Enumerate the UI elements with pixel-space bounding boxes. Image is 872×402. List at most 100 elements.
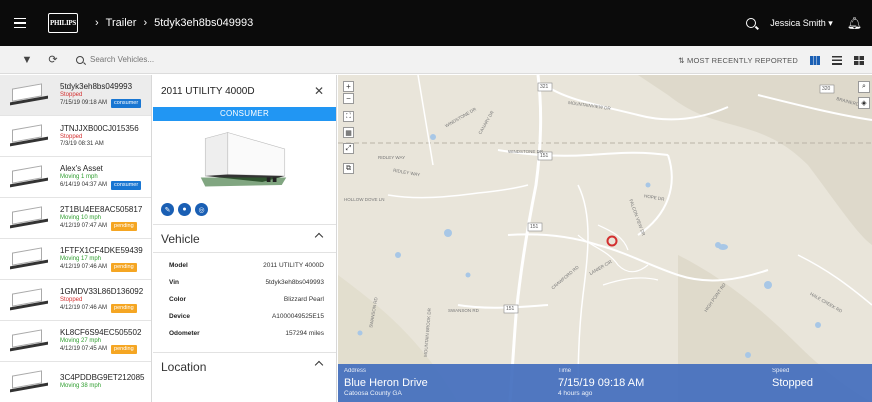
address-label: Address [344,368,367,374]
time-label: Time [558,368,572,374]
vehicle-status: Moving 17 mph [60,255,102,262]
vehicle-list-item[interactable]: 1GMDV33L86D136092 Stopped 4/12/19 07:46 … [0,280,151,321]
vehicle-name: KL8CF6S94EC505502 [60,327,142,337]
vehicle-name: 1GMDV33L86D136092 [60,286,144,296]
vehicle-status: Moving 38 mph [60,383,102,390]
vehicle-list-item[interactable]: JTNJJXB00CJ015356 Stopped 7/3/19 08:31 A… [0,116,151,157]
search-box [76,55,240,64]
vehicle-status: Moving 27 mph [60,337,102,344]
vehicle-status: Stopped [60,133,83,140]
vehicle-name: 3C4PDDBG9ET212085 [60,373,145,383]
vehicle-name: 1FTFX1CF4DKE59439 [60,245,143,255]
grid-view-icon[interactable] [854,55,864,65]
edit-icon[interactable]: ✎ [161,203,174,216]
vehicle-info-table: Model 2011 UTILITY 4000D Vin 5tdyk3eh8bs04… [153,252,336,346]
vehicle-time: 7/3/19 08:31 AM [60,141,104,147]
chevron-up-icon[interactable] [314,232,324,242]
speed-value: Stopped [772,377,813,389]
vehicle-time: 4/12/19 07:46 AM [60,305,108,311]
vehicle-time: 6/14/19 04:37 AM [60,182,108,188]
vehicle-section-header[interactable]: Vehicle [153,224,336,252]
sort-button[interactable]: ⇅ MOST RECENTLY REPORTED [678,56,798,65]
expand-icon[interactable]: ⤢ [343,143,354,154]
search-input[interactable] [90,55,240,64]
status-badge: pending [111,222,137,232]
fullscreen-icon[interactable]: ⛶ [343,111,354,122]
trailer-thumbnail [8,244,52,274]
trailer-thumbnail [8,162,52,192]
trailer-thumbnail [8,367,52,397]
vehicle-time: 7/15/19 09:18 AM [60,100,108,106]
status-badge: consumer [111,99,142,109]
map-canvas[interactable] [338,75,872,402]
trailer-thumbnail [8,80,52,110]
trailer-image: ✎ ● ◎ [153,121,336,216]
consumer-banner: CONSUMER [153,107,336,121]
layers-icon[interactable]: ▦ [343,127,354,138]
map-view[interactable]: 321 151 151 151 320 MOUNTAINVIEW DR WIND… [338,75,872,402]
trailer-illustration [200,132,287,187]
trailer-thumbnail [8,326,52,356]
info-value: A1000049525E15 [271,313,324,320]
zoom-in-button[interactable]: + [343,81,354,92]
vehicle-time: 4/12/19 07:47 AM [60,223,108,229]
vehicle-list-item[interactable]: Alex's Asset Moving 1 mph 6/14/19 04:37 … [0,157,151,198]
bell-icon[interactable]: 🔔︎ [847,16,862,30]
vehicle-list: 5tdyk3eh8bs049993 Stopped 7/15/19 09:18 … [0,75,152,402]
chevron-up-icon[interactable] [314,360,324,370]
trailer-thumbnail [8,203,52,233]
info-row: Device A1000049525E15 [169,308,324,325]
location-section-header[interactable]: Location [153,352,336,380]
menu-icon[interactable] [14,17,40,29]
trailer-thumbnail [8,285,52,315]
map-layers-icon[interactable]: ◈ [858,97,870,109]
vehicle-list-item[interactable]: 3C4PDDBG9ET212085 Moving 38 mph [0,362,151,402]
brand-logo-text: PHILIPS [50,19,76,27]
status-badge: consumer [111,181,142,191]
vehicle-name: 2T1BU4EE8AC505817 [60,204,143,214]
vehicle-time: 4/12/19 07:45 AM [60,346,108,352]
sort-label: MOST RECENTLY REPORTED [687,55,798,65]
brand-logo[interactable]: PHILIPS [48,13,78,33]
vehicle-list-item[interactable]: 2T1BU4EE8AC505817 Moving 10 mph 4/12/19 … [0,198,151,239]
filter-icon[interactable]: ▼ [14,54,40,66]
info-value: 157294 miles [285,330,324,337]
detail-title: 2011 UTILITY 4000D [161,85,255,97]
address-value: Blue Heron Drive [344,377,428,389]
location-section-title: Location [161,359,207,374]
vehicle-list-item[interactable]: 1FTFX1CF4DKE59439 Moving 17 mph 4/12/19 … [0,239,151,280]
vehicle-list-item[interactable]: KL8CF6S94EC505502 Moving 27 mph 4/12/19 … [0,321,151,362]
map-search-icon[interactable]: ⌕ [858,81,870,93]
trailer-thumbnail [8,121,52,151]
list-view-icon[interactable] [832,55,842,65]
search-icon[interactable] [746,18,757,28]
close-icon[interactable]: ✕ [314,84,324,98]
vehicle-status: Stopped [60,296,83,303]
external-link-icon[interactable]: ⧉ [343,163,354,174]
info-key: Odometer [169,330,200,337]
info-row: Vin 5tdyk3eh8bs049993 [169,274,324,291]
breadcrumb-trailer[interactable]: Trailer [106,17,137,29]
vehicle-name: JTNJJXB00CJ015356 [60,123,139,133]
refresh-icon[interactable]: ⟳ [40,53,66,66]
chevron-right-icon: › [143,17,148,29]
vehicle-name: Alex's Asset [60,163,103,173]
vehicle-section-title: Vehicle [161,231,200,246]
locate-icon[interactable]: ◎ [195,203,208,216]
vehicle-list-item[interactable]: 5tdyk3eh8bs049993 Stopped 7/15/19 09:18 … [0,75,151,116]
status-badge: pending [111,304,137,314]
bell-icon[interactable]: ● [178,203,191,216]
info-row: Color Blizzard Pearl [169,291,324,308]
info-value: 5tdyk3eh8bs049993 [265,279,324,286]
search-icon [76,55,84,64]
zoom-out-button[interactable]: − [343,93,354,104]
user-menu[interactable]: Jessica Smith ▾ [770,18,833,29]
status-badge: pending [111,345,137,355]
location-info-bar: Address Blue Heron Drive Catoosa County … [338,364,872,402]
chevron-right-icon: › [95,17,99,29]
speed-label: Speed [772,368,790,374]
address-sub: Catoosa County GA [344,390,402,397]
map-view-icon[interactable] [810,55,820,65]
detail-header: 2011 UTILITY 4000D ✕ [153,75,336,107]
time-sub: 4 hours ago [558,390,593,397]
